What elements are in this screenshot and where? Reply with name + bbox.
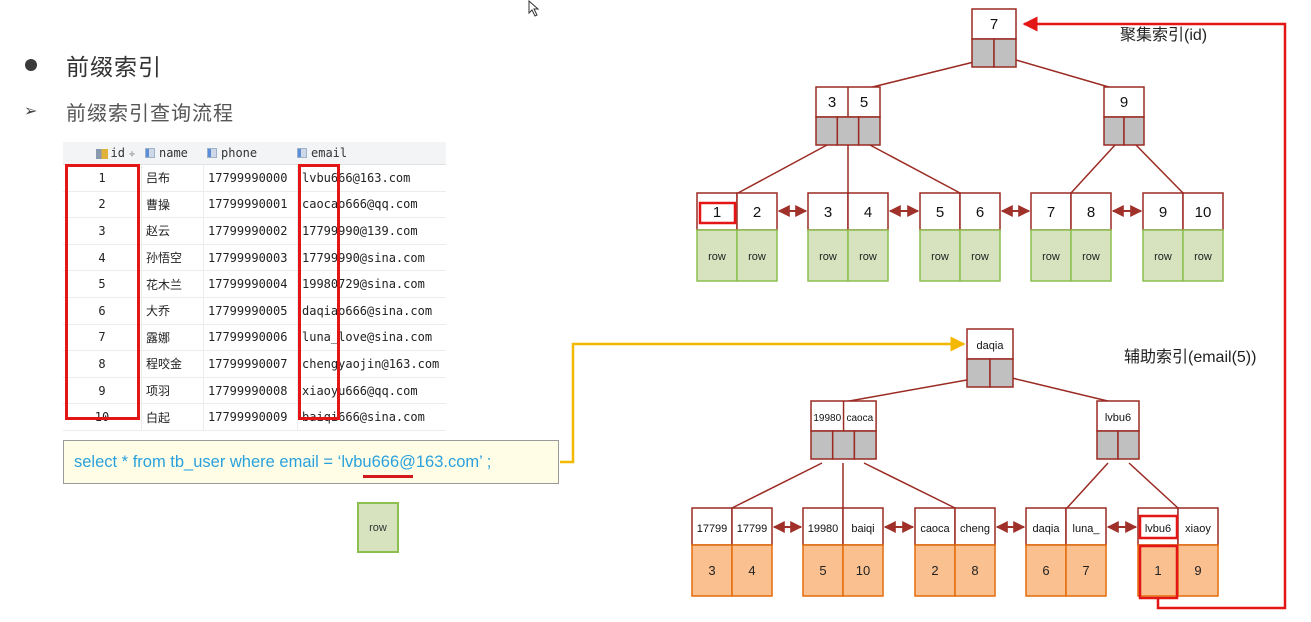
pointer-cell [1123,116,1145,146]
pointer-cell [810,430,834,460]
tree-edge [731,462,823,509]
clustered-internal-node: 35 [815,86,881,146]
tree-edge [1066,462,1109,509]
row-data: row [748,251,766,263]
leaf-key: 17799 [737,523,768,535]
tree-edge [737,144,828,194]
tree-edge [1070,144,1116,194]
tree-edge [1011,377,1117,404]
index-diagram: 73 5 91row2row3row4row5row6row7row8row9row… [560,8,1287,610]
node-key: daqia [977,340,1005,352]
node-key: 19980 [813,413,841,424]
clustered-leaf-node: 9 row 10 row [1142,192,1224,282]
primary-key-value: 6 [1042,563,1049,578]
clustered-root-node: 7 [971,8,1017,68]
leaf-key: 3 [824,204,832,221]
node-key: 7 [990,16,998,33]
leaf-key: 19980 [808,523,839,535]
row-data: row [931,251,949,263]
pointer-cell [971,38,995,68]
secondary-leaf-node: 17799 3 17799 4 [691,507,773,597]
row-data: row [971,251,989,263]
pointer-cell [993,38,1017,68]
pointer-cell [1096,430,1119,460]
leaf-key: baiqi [851,523,874,535]
clustered-index-title: 聚集索引(id) [1120,26,1207,44]
node-key: lvbu6 [1105,412,1131,424]
secondary-leaf-node: daqia 6 luna_ 7 [1025,507,1107,597]
leaf-key: 7 [1047,204,1055,221]
tree-edge [869,144,961,194]
primary-key-value: 1 [1154,563,1161,578]
secondary-root-node: daqia [966,328,1014,388]
tree-edge [1128,462,1179,509]
primary-key-value: 4 [748,563,755,578]
leaf-key: 4 [864,204,872,221]
row-data: row [859,251,877,263]
leaf-key: 1 [713,204,721,221]
pointer-cell [966,358,991,388]
leaf-key: 8 [1087,204,1095,221]
pointer-cell [857,116,881,146]
primary-key-value: 3 [708,563,715,578]
node-key: caoca [846,413,873,424]
secondary-index-title: 辅助索引(email(5)) [1124,348,1256,366]
row-data: row [1194,251,1212,263]
pointer-cell [853,430,877,460]
row-data: row [708,251,726,263]
tree-edge [863,462,956,509]
clustered-leaf-node: 5 row 6 row [919,192,1001,282]
pointer-cell [1103,116,1125,146]
leaf-key: luna_ [1073,523,1101,535]
row-data: row [1154,251,1172,263]
secondary-leaf-node: caoca 2 cheng 8 [914,507,996,597]
row-data: row [1082,251,1100,263]
leaf-key: 17799 [697,523,728,535]
leaf-key: caoca [920,523,950,535]
secondary-internal-node: lvbu6 [1096,400,1140,460]
node-key: 9 [1120,94,1128,111]
leaf-key: 2 [753,204,761,221]
secondary-leaf-node: 19980 5 baiqi 10 [802,507,884,597]
query-arrow [560,336,966,464]
node-key: 5 [860,94,868,111]
leaf-key: 10 [1195,204,1212,221]
tree-edge [837,377,979,404]
pointer-cell [836,116,860,146]
leaf-key: xiaoy [1185,523,1211,535]
pointer-cell [1117,430,1140,460]
primary-key-value: 7 [1082,563,1089,578]
secondary-internal-node: 19980 caoca [810,400,877,460]
row-data: row [1042,251,1060,263]
primary-key-value: 8 [971,563,978,578]
leaf-key: lvbu6 [1145,523,1171,535]
leaf-key: 9 [1159,204,1167,221]
leaf-key: daqia [1033,523,1061,535]
primary-key-value: 10 [856,563,870,578]
clustered-leaf-node: 3 row 4 row [807,192,889,282]
pointer-cell [815,116,839,146]
clustered-leaf-node: 7 row 8 row [1030,192,1112,282]
primary-key-value: 9 [1194,563,1201,578]
primary-key-value: 2 [931,563,938,578]
tree-edge [1135,144,1184,194]
node-key: 3 [828,94,836,111]
leaf-key: 6 [976,204,984,221]
pointer-cell [831,430,856,460]
leaf-key: cheng [960,523,990,535]
leaf-key: 5 [936,204,944,221]
clustered-leaf-node: 1 row 2 row [696,192,778,282]
row-data: row [819,251,837,263]
pointer-cell [989,358,1014,388]
clustered-internal-node: 9 [1103,86,1145,146]
primary-key-value: 5 [819,563,826,578]
